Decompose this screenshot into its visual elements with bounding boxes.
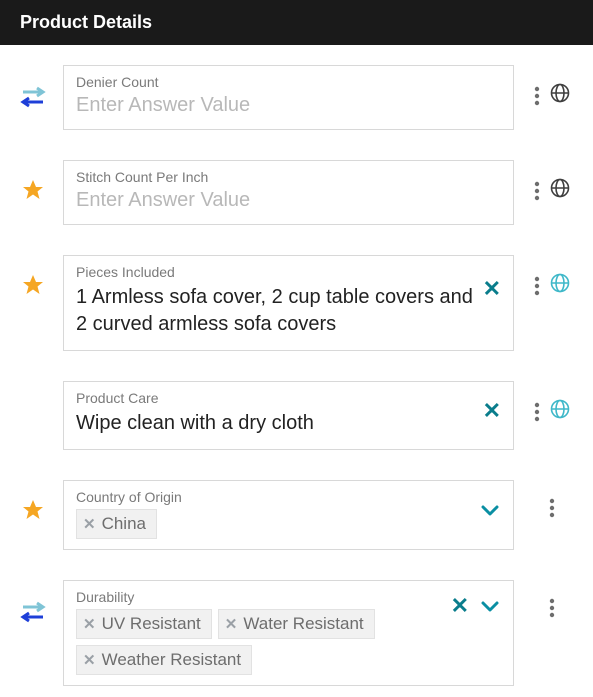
field-box-denier[interactable]: Denier Count <box>63 65 514 130</box>
tag-label: Weather Resistant <box>102 650 242 670</box>
field-box-pieces[interactable]: Pieces Included 1 Armless sofa cover, 2 … <box>63 255 514 351</box>
tag-remove-icon[interactable]: ✕ <box>225 615 238 633</box>
tag-label: China <box>102 514 146 534</box>
chevron-down-icon[interactable] <box>479 499 501 521</box>
field-label: Denier Count <box>76 74 501 90</box>
section-title: Product Details <box>20 12 152 32</box>
field-row-care: Product Care Wipe clean with a dry cloth… <box>15 381 578 450</box>
tag-label: UV Resistant <box>102 614 201 634</box>
more-options-icon[interactable] <box>549 498 555 518</box>
tag-remove-icon[interactable]: ✕ <box>83 615 96 633</box>
star-icon <box>15 160 51 202</box>
tag-china[interactable]: ✕ China <box>76 509 157 539</box>
tag-label: Water Resistant <box>243 614 363 634</box>
indicator-empty <box>15 381 51 399</box>
tag-weather-resistant[interactable]: ✕ Weather Resistant <box>76 645 252 675</box>
bidirectional-arrows-icon <box>15 580 51 626</box>
field-box-stitch[interactable]: Stitch Count Per Inch <box>63 160 514 225</box>
clear-icon[interactable]: ✕ <box>483 278 501 300</box>
care-value: Wipe clean with a dry cloth <box>76 408 475 439</box>
tag-container: ✕ China <box>76 509 471 539</box>
field-row-durability: Durability ✕ UV Resistant ✕ Water Resist… <box>15 580 578 686</box>
field-box-country[interactable]: Country of Origin ✕ China <box>63 480 514 550</box>
globe-icon[interactable] <box>550 399 570 424</box>
bidirectional-arrows-icon <box>15 65 51 111</box>
chevron-down-icon[interactable] <box>479 595 501 617</box>
field-row-denier: Denier Count <box>15 65 578 130</box>
tag-uv-resistant[interactable]: ✕ UV Resistant <box>76 609 212 639</box>
field-row-stitch: Stitch Count Per Inch <box>15 160 578 225</box>
clear-icon[interactable]: ✕ <box>451 595 469 617</box>
star-icon <box>15 255 51 297</box>
field-label: Product Care <box>76 390 475 406</box>
field-label: Stitch Count Per Inch <box>76 169 501 185</box>
globe-icon[interactable] <box>550 273 570 298</box>
field-box-durability[interactable]: Durability ✕ UV Resistant ✕ Water Resist… <box>63 580 514 686</box>
field-row-pieces: Pieces Included 1 Armless sofa cover, 2 … <box>15 255 578 351</box>
field-label: Pieces Included <box>76 264 475 280</box>
more-options-icon[interactable] <box>534 276 540 296</box>
field-box-care[interactable]: Product Care Wipe clean with a dry cloth… <box>63 381 514 450</box>
section-header: Product Details <box>0 0 593 45</box>
field-label: Country of Origin <box>76 489 471 505</box>
pieces-value: 1 Armless sofa cover, 2 cup table covers… <box>76 282 475 340</box>
more-options-icon[interactable] <box>534 402 540 422</box>
tag-remove-icon[interactable]: ✕ <box>83 651 96 669</box>
tag-container: ✕ UV Resistant ✕ Water Resistant ✕ Weath… <box>76 609 443 675</box>
tag-remove-icon[interactable]: ✕ <box>83 515 96 533</box>
stitch-input[interactable] <box>76 187 501 214</box>
more-options-icon[interactable] <box>534 181 540 201</box>
field-label: Durability <box>76 589 443 605</box>
more-options-icon[interactable] <box>549 598 555 618</box>
star-icon <box>15 480 51 522</box>
globe-icon[interactable] <box>550 83 570 108</box>
globe-icon[interactable] <box>550 178 570 203</box>
denier-input[interactable] <box>76 92 501 119</box>
clear-icon[interactable]: ✕ <box>483 400 501 422</box>
field-row-country: Country of Origin ✕ China <box>15 480 578 550</box>
fields-container: Denier Count Stitch Count Per Inch <box>0 45 593 686</box>
more-options-icon[interactable] <box>534 86 540 106</box>
tag-water-resistant[interactable]: ✕ Water Resistant <box>218 609 375 639</box>
